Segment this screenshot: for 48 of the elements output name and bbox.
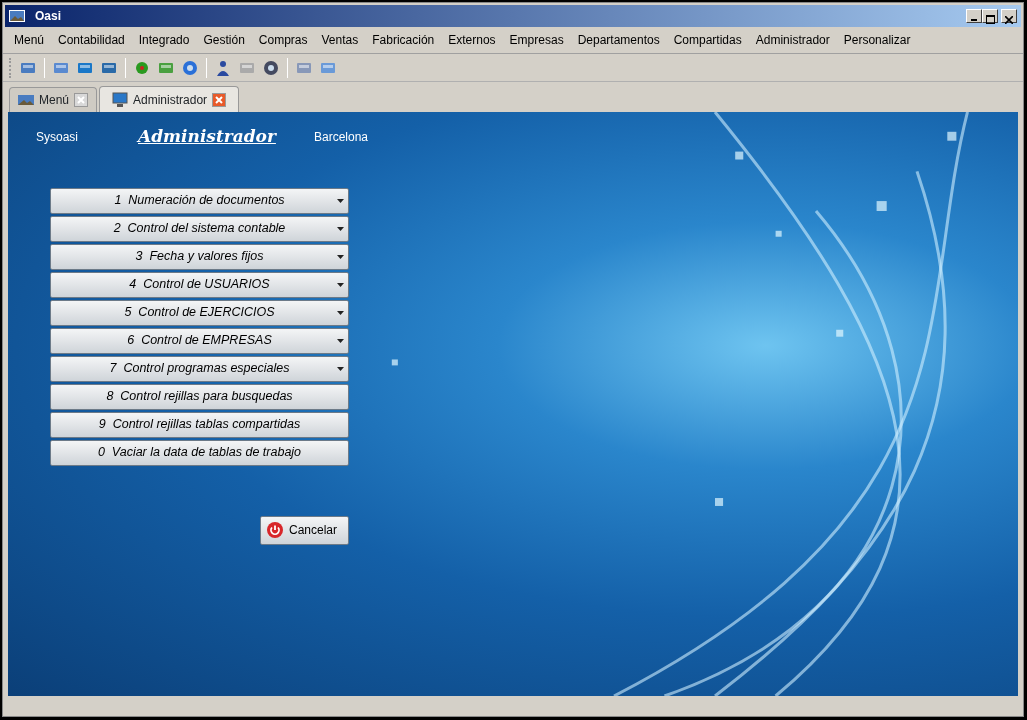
menu-option-button[interactable]: 3 Fecha y valores fijos bbox=[50, 243, 349, 270]
tab[interactable]: Menú bbox=[9, 87, 98, 112]
menu-option-button[interactable]: 2 Control del sistema contable bbox=[50, 215, 349, 242]
menu-item[interactable]: Compartidas bbox=[666, 29, 749, 51]
menu-item[interactable]: Administrador bbox=[748, 29, 837, 51]
maximize-icon bbox=[985, 15, 995, 25]
menu-option-button[interactable]: 0 Vaciar la data de tablas de trabajo bbox=[50, 439, 349, 466]
maximize-button[interactable] bbox=[982, 9, 998, 23]
minimize-button[interactable] bbox=[966, 9, 982, 23]
menu-item[interactable]: Contabilidad bbox=[51, 29, 132, 51]
caret-icon bbox=[337, 366, 344, 371]
menu-item[interactable]: Compras bbox=[251, 29, 315, 51]
caret-icon bbox=[337, 310, 344, 315]
menu-item[interactable]: Integrado bbox=[131, 29, 197, 51]
menu-option-button[interactable]: 8 Control rejillas para busquedas bbox=[50, 383, 349, 410]
menu-item[interactable]: Ventas bbox=[314, 29, 366, 51]
menu-option-button[interactable]: 9 Control rejillas tablas compartidas bbox=[50, 411, 349, 438]
tab[interactable]: Administrador bbox=[99, 86, 240, 112]
window-title: Oasi bbox=[35, 8, 61, 25]
menu-option-button[interactable]: 6 Control de EMPRESAS bbox=[50, 327, 349, 354]
menu-option-button[interactable]: 1 Numeración de documentos bbox=[50, 187, 349, 214]
menu-item[interactable]: Fabricación bbox=[365, 29, 442, 51]
close-icon[interactable] bbox=[74, 93, 89, 107]
menu-item[interactable]: Menú bbox=[7, 29, 52, 51]
cancel-button[interactable]: Cancelar bbox=[260, 515, 349, 545]
close-icon[interactable] bbox=[212, 93, 227, 107]
person-icon[interactable] bbox=[215, 59, 231, 76]
close-button[interactable] bbox=[1001, 9, 1017, 23]
menu-option-button[interactable]: 4 Control de USUARIOS bbox=[50, 271, 349, 298]
minimize-icon bbox=[971, 18, 977, 21]
caret-icon bbox=[337, 282, 344, 287]
menu-item[interactable]: Personalizar bbox=[836, 29, 918, 51]
close-icon bbox=[1005, 15, 1013, 24]
caret-icon bbox=[337, 226, 344, 231]
app-icon bbox=[9, 8, 25, 24]
caret-icon bbox=[337, 338, 344, 343]
location-name: Barcelona bbox=[314, 128, 369, 146]
menu-item[interactable]: Externos bbox=[441, 29, 503, 51]
menu-option-button[interactable]: 5 Control de EJERCICIOS bbox=[50, 299, 349, 326]
power-icon bbox=[267, 522, 283, 538]
user-name: Sysoasi bbox=[36, 128, 80, 146]
screen-title: Administrador bbox=[138, 125, 278, 148]
caret-icon bbox=[337, 198, 344, 203]
menu-item[interactable]: Empresas bbox=[502, 29, 571, 51]
menu-item[interactable]: Departamentos bbox=[570, 29, 667, 51]
menu-option-button[interactable]: 7 Control programas especiales bbox=[50, 355, 349, 382]
menu-item[interactable]: Gestión bbox=[196, 29, 252, 51]
caret-icon bbox=[337, 254, 344, 259]
